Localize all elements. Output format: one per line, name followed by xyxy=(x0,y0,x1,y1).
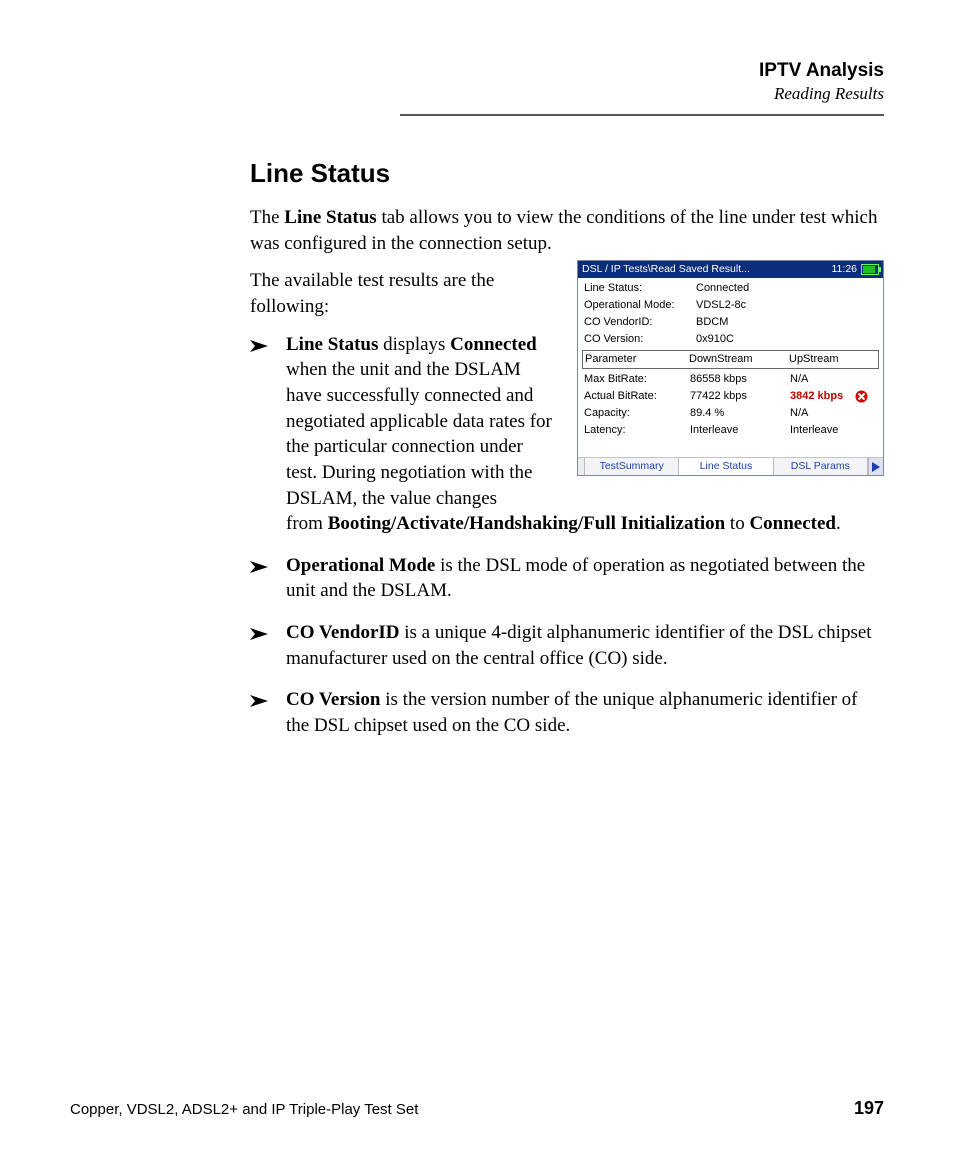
text: The xyxy=(250,207,284,228)
header-rule xyxy=(400,114,884,116)
intro-paragraph: The Line Status tab allows you to view t… xyxy=(250,205,884,256)
cell-upstream-error: 3842 kbps xyxy=(790,391,855,402)
field-co-vendor: CO VendorID: BDCM xyxy=(584,314,877,331)
bullet-item: CO VendorID is a unique 4-digit alphanum… xyxy=(250,620,884,671)
text-bold: CO Version xyxy=(286,689,381,710)
cell-downstream: 77422 kbps xyxy=(690,391,790,402)
text-bold: Line Status xyxy=(284,207,376,228)
text: . xyxy=(836,513,841,534)
bullet-arrow-icon xyxy=(250,557,274,573)
bullet-item: CO Version is the version number of the … xyxy=(250,687,884,738)
tab-scroll-right[interactable] xyxy=(868,458,883,475)
device-titlebar: DSL / IP Tests\Read Saved Result... 11:2… xyxy=(578,261,883,278)
table-header-row: Parameter DownStream UpStream xyxy=(582,350,879,369)
bullet-arrow-icon xyxy=(250,691,274,707)
cell-downstream: 86558 kbps xyxy=(690,374,790,385)
tab-dsl-params[interactable]: DSL Params xyxy=(774,458,868,475)
device-tabs: TestSummary Line Status DSL Params xyxy=(578,457,883,475)
field-value: VDSL2-8c xyxy=(696,300,877,311)
field-label: CO Version: xyxy=(584,334,696,345)
cell-parameter: Capacity: xyxy=(584,408,690,419)
text: from xyxy=(286,513,328,534)
text-bold: Operational Mode xyxy=(286,555,435,576)
cell-downstream: Interleave xyxy=(690,425,790,436)
footer-text: Copper, VDSL2, ADSL2+ and IP Triple-Play… xyxy=(70,1101,418,1118)
text-bold: Connected xyxy=(749,513,836,534)
device-title: DSL / IP Tests\Read Saved Result... xyxy=(582,264,750,275)
field-value: 0x910C xyxy=(696,334,877,345)
field-line-status: Line Status: Connected xyxy=(584,280,877,297)
device-clock: 11:26 xyxy=(832,264,858,275)
bullet-arrow-icon xyxy=(250,336,274,352)
table-row: Capacity: 89.4 % N/A xyxy=(584,405,877,422)
cell-downstream: 89.4 % xyxy=(690,408,790,419)
table-row: Latency: Interleave Interleave xyxy=(584,422,877,439)
cell-upstream: Interleave xyxy=(790,425,855,436)
field-label: CO VendorID: xyxy=(584,317,696,328)
field-co-version: CO Version: 0x910C xyxy=(584,331,877,348)
field-op-mode: Operational Mode: VDSL2-8c xyxy=(584,297,877,314)
chapter-title: IPTV Analysis xyxy=(400,60,884,82)
col-header-downstream: DownStream xyxy=(689,354,789,365)
text: to xyxy=(725,513,749,534)
device-screenshot: DSL / IP Tests\Read Saved Result... 11:2… xyxy=(577,260,884,476)
text-bold: Line Status xyxy=(286,334,378,355)
section-subtitle: Reading Results xyxy=(400,84,884,104)
tab-testsummary[interactable]: TestSummary xyxy=(585,458,679,475)
cell-upstream: N/A xyxy=(790,374,855,385)
intro-followup: The available test results are the follo… xyxy=(250,268,550,319)
text-bold: CO VendorID xyxy=(286,622,400,643)
text-bold: Connected xyxy=(450,334,537,355)
cell-parameter: Latency: xyxy=(584,425,690,436)
error-icon xyxy=(855,390,871,403)
text-bold: Booting/Activate/Handshaking/Full Initia… xyxy=(328,513,725,534)
field-value: BDCM xyxy=(696,317,877,328)
tab-line-status[interactable]: Line Status xyxy=(679,458,773,475)
col-header-upstream: UpStream xyxy=(789,354,869,365)
cell-parameter: Max BitRate: xyxy=(584,374,690,385)
field-value: Connected xyxy=(696,283,877,294)
field-label: Operational Mode: xyxy=(584,300,696,311)
text: displays xyxy=(378,334,450,355)
table-row: Max BitRate: 86558 kbps N/A xyxy=(584,371,877,388)
cell-upstream: N/A xyxy=(790,408,855,419)
table-row: Actual BitRate: 77422 kbps 3842 kbps xyxy=(584,388,877,405)
bullet-item: Operational Mode is the DSL mode of oper… xyxy=(250,553,884,604)
bullet-arrow-icon xyxy=(250,624,274,640)
col-header-parameter: Parameter xyxy=(585,354,689,365)
text: when the unit and the DSLAM have success… xyxy=(286,359,552,508)
battery-icon xyxy=(861,264,879,275)
field-label: Line Status: xyxy=(584,283,696,294)
page-heading: Line Status xyxy=(250,156,884,191)
page-number: 197 xyxy=(854,1098,884,1119)
cell-parameter: Actual BitRate: xyxy=(584,391,690,402)
